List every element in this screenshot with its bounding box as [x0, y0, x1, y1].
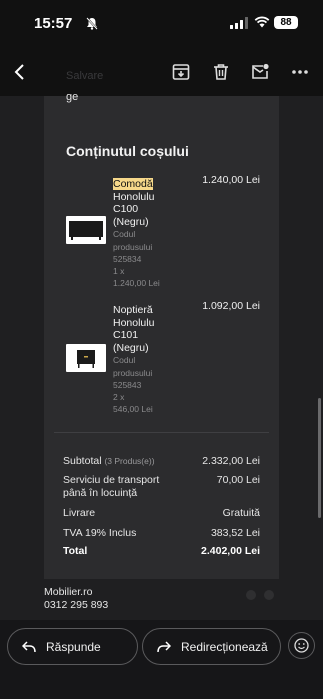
delivery-value: Gratuită — [222, 507, 260, 519]
mark-unread-icon[interactable] — [250, 62, 270, 82]
reply-button[interactable]: Răspunde — [7, 628, 138, 665]
product-code: 525834 — [113, 254, 142, 264]
emoji-icon — [294, 638, 309, 653]
forward-label: Redirecționează — [181, 639, 268, 654]
wifi-icon — [254, 16, 270, 28]
toolbar-faint-text: Salvare — [66, 70, 104, 82]
product-price: 1.240,00 Lei — [202, 174, 260, 186]
reply-icon — [22, 640, 36, 652]
dresser-image — [69, 221, 103, 240]
transport-label: Serviciu de transport până în locuință — [63, 474, 160, 499]
transport-value: 70,00 Lei — [216, 474, 260, 486]
bell-muted-icon — [86, 17, 98, 30]
vat-value: 383,52 Lei — [210, 527, 260, 539]
forward-button[interactable]: Redirecționează — [142, 628, 281, 665]
subtotal-label-text: Subtotal — [63, 455, 102, 467]
status-bar: 15:57 88 — [0, 0, 323, 46]
product-image[interactable] — [66, 344, 106, 372]
product-unit-price: 546,00 Lei — [113, 404, 153, 414]
product-code-label: Codul produsului — [113, 229, 153, 252]
vat-label: TVA 19% Inclus — [63, 527, 137, 539]
text-fragment: ge — [66, 91, 79, 103]
total-label: Total — [63, 545, 88, 557]
product-name-rest: Honolulu C100 (Negru) — [113, 190, 155, 228]
emoji-button[interactable] — [288, 632, 315, 659]
more-icon[interactable] — [290, 62, 310, 82]
status-time: 15:57 — [34, 15, 73, 32]
subtotal-value: 2.332,00 Lei — [202, 455, 260, 467]
divider — [54, 432, 269, 433]
product-code: 525843 — [113, 380, 142, 390]
product-name[interactable]: Noptieră Honolulu C101 (Negru) — [113, 304, 173, 354]
company-name: Mobilier.ro — [44, 586, 93, 598]
scrollbar[interactable] — [318, 398, 321, 518]
product-qty: 1 x — [113, 266, 125, 276]
total-value: 2.402,00 Lei — [201, 545, 260, 557]
product-image[interactable] — [66, 216, 106, 244]
cellular-signal-icon — [230, 17, 248, 29]
product-code-label: Codul produsului — [113, 355, 153, 378]
subtotal-count: (3 Produs(e)) — [104, 456, 155, 466]
social-icons — [246, 590, 274, 600]
product-name-highlight: Comodă — [113, 178, 153, 190]
product-name[interactable]: Comodă Honolulu C100 (Negru) — [113, 178, 173, 228]
battery-indicator: 88 — [274, 16, 298, 29]
cart-title: Conținutul coșului — [66, 143, 189, 159]
subtotal-label: Subtotal (3 Produs(e)) — [63, 455, 155, 468]
product-price: 1.092,00 Lei — [202, 300, 260, 312]
reply-label: Răspunde — [46, 639, 101, 654]
archive-icon[interactable] — [171, 62, 191, 82]
back-arrow-icon[interactable] — [10, 62, 30, 82]
trash-icon[interactable] — [211, 62, 231, 82]
product-unit-price: 1.240,00 Lei — [113, 278, 160, 288]
delivery-label: Livrare — [63, 507, 96, 519]
company-phone[interactable]: 0312 295 893 — [44, 599, 108, 611]
product-qty: 2 x — [113, 392, 125, 402]
email-toolbar — [0, 46, 323, 96]
nightstand-image — [77, 350, 95, 368]
forward-icon — [157, 640, 171, 652]
